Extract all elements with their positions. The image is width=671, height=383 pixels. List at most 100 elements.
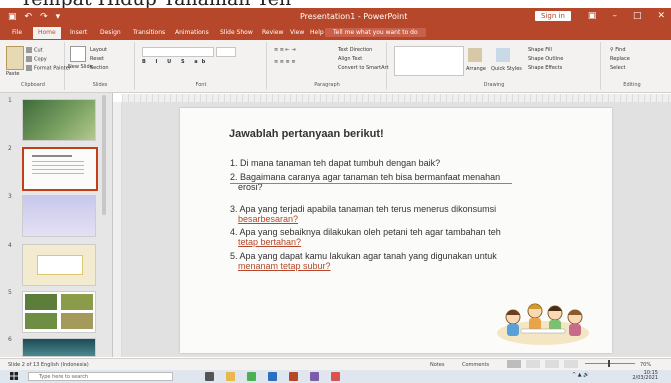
- thumb-number: 1: [8, 97, 12, 104]
- system-tray[interactable]: ^ ▲ 🔊: [572, 372, 589, 378]
- slide-heading[interactable]: Jawablah pertanyaan berikut!: [229, 128, 384, 140]
- paste-icon[interactable]: [6, 46, 24, 70]
- copy-button[interactable]: Copy: [26, 56, 47, 63]
- shapes-gallery[interactable]: [394, 46, 464, 76]
- tab-animations[interactable]: Animations: [175, 29, 209, 36]
- slide-thumbnail-1[interactable]: [22, 99, 96, 141]
- thumb-number: 6: [8, 336, 12, 343]
- zoom-slider-handle[interactable]: [608, 360, 610, 367]
- font-group: B I U S ab Font: [136, 42, 267, 90]
- windows-start-icon[interactable]: [10, 372, 18, 380]
- app-icon[interactable]: [310, 372, 319, 381]
- clipboard-group-label: Clipboard: [21, 82, 45, 88]
- replace-button[interactable]: Replace: [610, 56, 630, 62]
- align-text-button[interactable]: Align Text: [338, 56, 362, 62]
- sign-in-button[interactable]: Sign in: [535, 11, 571, 21]
- layout-button[interactable]: Layout: [90, 47, 107, 53]
- question-5[interactable]: 5. Apa yang dapat kamu lakukan agar tana…: [230, 251, 565, 271]
- slide-thumbnail-2[interactable]: [22, 147, 98, 191]
- file-explorer-icon[interactable]: [226, 372, 235, 381]
- reset-button[interactable]: Reset: [90, 56, 104, 62]
- cut-button[interactable]: Cut: [26, 47, 43, 54]
- ribbon-display-icon[interactable]: ▣: [588, 11, 597, 21]
- minimize-icon[interactable]: –: [612, 11, 617, 21]
- font-name-box[interactable]: [142, 47, 214, 57]
- powerpoint-icon[interactable]: [289, 372, 298, 381]
- redo-icon[interactable]: ↷: [40, 12, 48, 22]
- tab-help[interactable]: Help: [310, 29, 324, 36]
- slide-thumbnail-5[interactable]: [22, 291, 96, 333]
- slide-thumbnail-4[interactable]: [22, 244, 96, 286]
- question-4[interactable]: 4. Apa yang sebaiknya dilakukan oleh pet…: [230, 227, 565, 247]
- thumb-number: 2: [8, 145, 12, 152]
- tab-insert[interactable]: Insert: [70, 29, 87, 36]
- cut-icon: [26, 47, 32, 53]
- drawing-group-label: Drawing: [483, 82, 505, 88]
- section-button[interactable]: Section: [90, 65, 109, 71]
- tab-transitions[interactable]: Transitions: [133, 29, 165, 36]
- format-painter-button[interactable]: Format Painter: [26, 65, 71, 72]
- slide-thumbnail-pane[interactable]: 1 2 3 4 5 6: [0, 93, 113, 357]
- thumb-number: 3: [8, 193, 12, 200]
- app-icon[interactable]: [331, 372, 340, 381]
- question-3[interactable]: 3. Apa yang terjadi apabila tanaman teh …: [230, 204, 565, 224]
- maximize-icon[interactable]: □: [633, 11, 642, 21]
- taskbar: Type here to search ^ ▲ 🔊 10:15 2/03/202…: [0, 370, 671, 383]
- ribbon-tabs: File Home Insert Design Transitions Anim…: [0, 26, 671, 40]
- chrome-icon[interactable]: [247, 372, 256, 381]
- save-icon[interactable]: ▣: [8, 12, 17, 22]
- slide-thumbnail-6[interactable]: [22, 338, 96, 357]
- shape-outline-button[interactable]: Shape Outline: [528, 56, 563, 62]
- thumbnail-scrollbar[interactable]: [102, 95, 106, 215]
- convert-smartart-button[interactable]: Convert to SmartArt: [338, 65, 389, 71]
- tell-me-box[interactable]: Tell me what you want to do: [325, 28, 426, 37]
- close-icon[interactable]: ✕: [657, 11, 665, 21]
- font-size-box[interactable]: [216, 47, 236, 57]
- question-1[interactable]: 1. Di mana tanaman teh dapat tumbuh deng…: [230, 158, 565, 168]
- find-button[interactable]: ⚲ Find: [610, 47, 626, 53]
- editing-group-label: Editing: [623, 82, 641, 88]
- arrange-icon[interactable]: [468, 48, 482, 62]
- quick-styles-button[interactable]: Quick Styles: [491, 66, 522, 72]
- new-slide-button[interactable]: New Slide: [68, 64, 93, 70]
- customize-icon[interactable]: ▾: [56, 12, 61, 22]
- word-icon[interactable]: [268, 372, 277, 381]
- comments-button[interactable]: Comments: [462, 362, 489, 368]
- tab-file[interactable]: File: [12, 29, 22, 36]
- slideshow-icon[interactable]: [564, 360, 578, 368]
- tab-slide-show[interactable]: Slide Show: [220, 29, 253, 36]
- font-format-buttons[interactable]: B I U S ab: [142, 59, 209, 65]
- taskbar-search-input[interactable]: Type here to search: [28, 372, 173, 381]
- zoom-level[interactable]: 70%: [640, 362, 651, 368]
- tab-home[interactable]: Home: [33, 27, 61, 39]
- caption-text: Tempat Hidup Tanaman Teh: [20, 0, 671, 8]
- shape-effects-button[interactable]: Shape Effects: [528, 65, 562, 71]
- task-view-icon[interactable]: [205, 372, 214, 381]
- green-underline: [230, 183, 512, 184]
- new-slide-icon[interactable]: [70, 46, 86, 62]
- normal-view-icon[interactable]: [507, 360, 521, 368]
- undo-icon[interactable]: ↶: [25, 12, 33, 22]
- text-direction-button[interactable]: Text Direction: [338, 47, 372, 53]
- shape-fill-button[interactable]: Shape Fill: [528, 47, 552, 53]
- notes-button[interactable]: Notes: [430, 362, 444, 368]
- tab-design[interactable]: Design: [100, 29, 121, 36]
- paste-button[interactable]: Paste: [6, 71, 20, 77]
- clock[interactable]: 10:15 2/03/2021: [618, 371, 658, 381]
- quick-styles-icon[interactable]: [496, 48, 510, 62]
- slide-thumbnail-3[interactable]: [22, 195, 96, 237]
- slides-group: New Slide Layout Reset Section Slides: [66, 42, 135, 90]
- font-group-label: Font: [195, 82, 207, 88]
- align-icons[interactable]: ≡ ≡ ≡ ≡: [274, 59, 296, 65]
- question-2[interactable]: 2. Bagaimana caranya agar tanaman teh bi…: [230, 172, 565, 192]
- zoom-slider[interactable]: [585, 363, 635, 364]
- select-button[interactable]: Select: [610, 65, 625, 71]
- bullets-icon[interactable]: ≡ ≡ ⇤ ⇥: [274, 47, 296, 53]
- tab-review[interactable]: Review: [262, 29, 283, 36]
- tab-view[interactable]: View: [290, 29, 304, 36]
- slide-canvas[interactable]: Jawablah pertanyaan berikut! 1. Di mana …: [180, 108, 612, 353]
- reading-view-icon[interactable]: [545, 360, 559, 368]
- title-bar: ▣ ↶ ↷ ▾ Presentation1 - PowerPoint Sign …: [0, 8, 671, 26]
- arrange-button[interactable]: Arrange: [466, 66, 486, 72]
- slide-sorter-icon[interactable]: [526, 360, 540, 368]
